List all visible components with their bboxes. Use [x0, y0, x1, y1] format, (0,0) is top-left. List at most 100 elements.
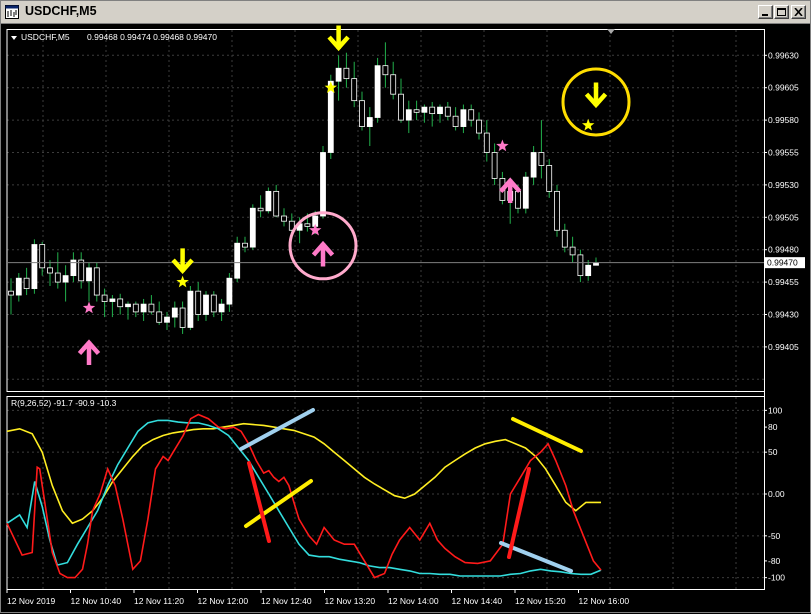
sell-arrow-icon [584, 82, 608, 109]
candle-body [468, 109, 475, 121]
indicator-tick-label: 0.00 [768, 489, 785, 499]
current-price-tag: 0.99470 [765, 257, 805, 269]
price-tick-label: 0.99505 [768, 212, 799, 222]
candle-body [226, 277, 233, 305]
indicator-tick-label: 100 [768, 405, 782, 415]
annotation-stroke [239, 408, 315, 451]
candle-body [374, 65, 381, 118]
candle-body [117, 298, 124, 308]
candle-body [577, 254, 584, 277]
candle-body [179, 307, 186, 328]
price-tick-label: 0.99430 [768, 310, 799, 320]
price-tick-label: 0.99580 [768, 115, 799, 125]
buy-arrow-icon [77, 339, 101, 366]
candle-body [62, 275, 69, 283]
candle-body [78, 259, 85, 282]
candle-body [210, 294, 217, 313]
time-label: 12 Nov 10:40 [71, 596, 122, 606]
time-label: 12 Nov 12:40 [261, 596, 312, 606]
candle-body [265, 190, 272, 212]
indicator-tick-label: 80 [768, 422, 778, 432]
candle-body [405, 109, 412, 121]
candle-body [437, 106, 443, 115]
time-label: 12 Nov 2019 [7, 596, 55, 606]
indicator-tick-label: -50 [768, 531, 781, 541]
candle-body [429, 106, 436, 115]
price-axis: 0.99630 0.99605 0.99580 0.99555 0.99530 0.995… [764, 50, 799, 352]
price-tick-label: 0.99405 [768, 342, 799, 352]
main-header: USDCHF,M5 0.99468 0.99474 0.99468 0.9947… [11, 32, 217, 42]
candle-body [164, 316, 170, 323]
candle-body [483, 132, 490, 153]
candle-body [398, 93, 404, 121]
candle-body [23, 277, 30, 289]
candle-body [171, 307, 178, 318]
candle-body [343, 67, 350, 80]
symbol-label: USDCHF,M5 [21, 32, 70, 42]
time-label: 12 Nov 14:40 [452, 596, 503, 606]
candle-body [132, 303, 139, 313]
chart-window: USDCHF,M5 0.99630 0.99605 0.99580 0.99555 0.… [0, 0, 811, 613]
price-tick-label: 0.99630 [768, 50, 799, 60]
indicator-axis: 100 80 50 0.00 -50 -80 -100 [764, 405, 785, 583]
candle-body [109, 298, 116, 302]
candle-body [273, 190, 280, 217]
candle-body [351, 78, 358, 102]
chart-area[interactable]: 0.99630 0.99605 0.99580 0.99555 0.99530 0.995… [1, 1, 811, 614]
candle-body [304, 223, 311, 227]
time-label: 12 Nov 15:20 [515, 596, 566, 606]
time-label: 12 Nov 11:20 [134, 596, 184, 606]
ohlc-values: 0.99468 0.99474 0.99468 0.99470 [87, 32, 217, 42]
candle-body [242, 242, 248, 248]
candle-body [522, 176, 529, 209]
candle-body [382, 65, 389, 76]
price-tick-label: 0.99530 [768, 180, 799, 190]
annotation-circles [288, 67, 631, 281]
candle-body [140, 303, 147, 313]
candle-body [234, 242, 241, 279]
candle-body [195, 290, 202, 315]
time-label: 12 Nov 12:00 [198, 596, 249, 606]
candle-body [515, 190, 521, 209]
candle-body [15, 277, 22, 296]
candle-body [86, 267, 92, 282]
candle-body [561, 229, 568, 248]
price-tick-label: 0.99605 [768, 83, 799, 93]
candle-body [101, 294, 108, 302]
annotation-stroke [247, 461, 271, 543]
buy-arrow-icon [311, 240, 335, 267]
candle-body [530, 152, 537, 178]
candle-body [444, 106, 451, 117]
sell-arrow-icon [327, 25, 350, 52]
indicator-tick-label: 50 [768, 447, 778, 457]
time-axis: 12 Nov 2019 12 Nov 10:40 12 Nov 11:20 12 No… [6, 589, 629, 606]
current-price-label: 0.99470 [767, 258, 798, 268]
candle-body [413, 109, 420, 113]
candle-body [554, 190, 560, 231]
signal-star-icon [496, 139, 509, 152]
candle-body [187, 290, 194, 328]
candle-body [156, 311, 163, 323]
candle-body [359, 100, 365, 127]
candle-body [249, 207, 256, 248]
candle-body [452, 115, 459, 127]
indicator-label: R(9,26,52) -91.7 -90.9 -10.3 [11, 398, 117, 408]
candle-body [569, 246, 576, 256]
candle-body [335, 67, 342, 82]
candle-body [327, 80, 334, 153]
indicator-tick-label: -100 [768, 573, 785, 583]
candle-body [546, 165, 553, 192]
collapse-arrow-icon[interactable] [11, 36, 17, 40]
candle-body [421, 106, 428, 113]
time-label: 12 Nov 13:20 [325, 596, 376, 606]
candle-body [47, 267, 53, 274]
candle-body [31, 244, 38, 289]
candle-body [125, 303, 131, 308]
shift-marker-icon[interactable] [607, 29, 615, 34]
candle-body [8, 290, 14, 296]
price-tick-label: 0.99555 [768, 148, 799, 158]
signal-star-icon [176, 275, 189, 288]
candle-body [93, 267, 100, 296]
oscillator-slow-line [6, 422, 601, 525]
candle-body [538, 152, 545, 166]
